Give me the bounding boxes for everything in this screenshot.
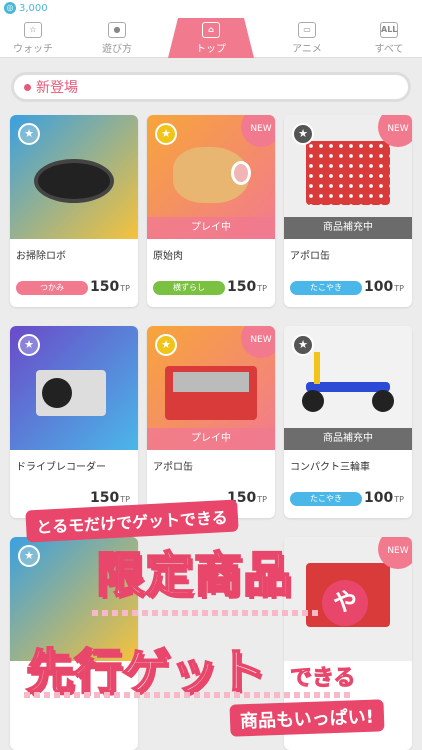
tab-top[interactable]: ⌂ トップ (168, 18, 254, 58)
promo-dekiru: できる (290, 666, 357, 692)
tab-anime[interactable]: ▭ アニメ (274, 18, 340, 58)
product-card[interactable]: ★ 商品補充中 コンパクト三輪車 たこやき 100TP (284, 326, 412, 518)
product-name: アポロ缶 (153, 462, 193, 473)
coin-amount: 3,000 (19, 2, 48, 14)
favorite-star-icon[interactable]: ★ (18, 545, 40, 567)
product-name: コンパクト三輪車 (290, 462, 370, 473)
product-card[interactable]: ★ NEW プレイ中 アポロ缶 150TP (147, 326, 275, 518)
product-card[interactable]: ★ NEW 商品補充中 アポロ缶 たこやき 100TP (284, 115, 412, 307)
status-playing: プレイ中 (147, 428, 275, 450)
promo-headline-1: 限定商品 (95, 546, 293, 604)
tab-howto[interactable]: ● 遊び方 (84, 18, 150, 58)
wavy-divider (24, 692, 354, 698)
promo-ya: や (322, 580, 368, 626)
play-type-badge: たこやき (290, 281, 362, 295)
section-title: 新登場 (36, 80, 78, 96)
tab-watch[interactable]: ☆ ウォッチ (0, 18, 66, 58)
tv-icon: ▭ (298, 22, 316, 38)
play-type-badge: たこやき (290, 492, 362, 506)
wavy-divider (92, 610, 322, 616)
favorite-star-icon[interactable]: ★ (292, 123, 314, 145)
bullet-icon (24, 83, 31, 91)
product-price: 100TP (364, 279, 404, 295)
section-header: 新登場 (11, 72, 411, 102)
product-price: 150TP (90, 490, 130, 506)
coin-balance: ◎ 3,000 (4, 2, 48, 14)
promo-line-3: 商品もいっぱい! (229, 699, 385, 737)
favorite-star-icon[interactable]: ★ (18, 123, 40, 145)
product-name: ドライブレコーダー (16, 462, 106, 473)
tab-all[interactable]: ALL すべて (356, 18, 422, 58)
product-name: アポロ缶 (290, 251, 330, 262)
product-card[interactable]: ★ NEW プレイ中 原始肉 横ずらし 150TP (147, 115, 275, 307)
product-card[interactable]: ★ ドライブレコーダー 150TP (10, 326, 138, 518)
home-icon: ⌂ (202, 22, 220, 38)
status-playing: プレイ中 (147, 217, 275, 239)
star-icon: ☆ (24, 22, 42, 38)
status-restocking: 商品補充中 (284, 428, 412, 450)
product-name: お掃除ロボ (16, 251, 66, 262)
all-icon: ALL (380, 22, 398, 38)
favorite-star-icon[interactable]: ★ (155, 334, 177, 356)
product-card[interactable]: ★ お掃除ロボ つかみ 150TP (10, 115, 138, 307)
status-restocking: 商品補充中 (284, 217, 412, 239)
play-type-badge: つかみ (16, 281, 88, 295)
favorite-star-icon[interactable]: ★ (292, 334, 314, 356)
favorite-star-icon[interactable]: ★ (18, 334, 40, 356)
product-price: 100TP (364, 490, 404, 506)
product-price: 150TP (90, 279, 130, 295)
favorite-star-icon[interactable]: ★ (155, 123, 177, 145)
status-bar: ◎ 3,000 (0, 0, 422, 18)
robot-icon: ● (108, 22, 126, 38)
tab-bar: ☆ ウォッチ ● 遊び方 ⌂ トップ ▭ アニメ ALL すべて (0, 18, 422, 58)
play-type-badge: 横ずらし (153, 281, 225, 295)
coin-icon: ◎ (4, 2, 16, 14)
product-name: 原始肉 (153, 251, 183, 262)
product-price: 150TP (227, 279, 267, 295)
